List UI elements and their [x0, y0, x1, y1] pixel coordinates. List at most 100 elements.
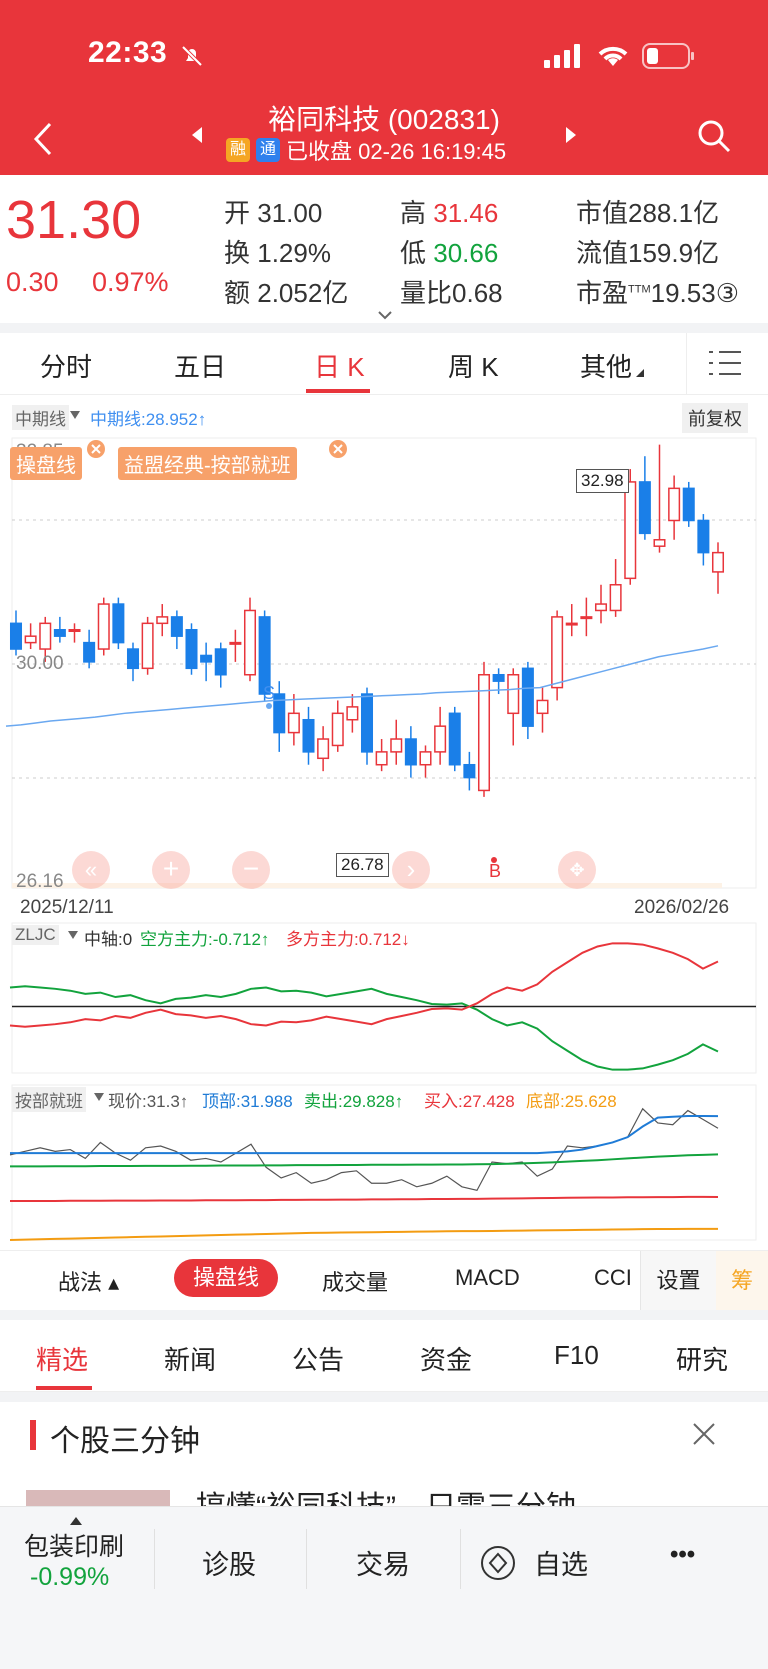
indicator-name[interactable]: 中期线 — [12, 405, 69, 430]
candle-body — [39, 622, 52, 650]
candle-body — [638, 481, 651, 535]
candle-body — [156, 616, 169, 625]
zoom-in-button[interactable]: + — [152, 851, 190, 889]
last-price: 31.30 — [6, 190, 142, 250]
zoom-out-button[interactable]: − — [232, 851, 270, 889]
macd-button[interactable]: MACD — [455, 1265, 520, 1291]
candle-body — [507, 673, 520, 715]
divider — [154, 1529, 155, 1589]
tab-f10[interactable]: F10 — [554, 1340, 599, 1371]
add-watchlist-button[interactable]: 自选 — [534, 1543, 588, 1582]
search-icon[interactable] — [696, 118, 732, 154]
x-label-end: 2026/02/26 — [634, 897, 730, 918]
abjb-series — [9, 1107, 719, 1192]
abjb-buy: 买入:27.428 — [424, 1092, 515, 1111]
close-icon[interactable] — [692, 1422, 716, 1446]
watchlist-icon — [481, 1546, 515, 1580]
tab-weekly-k[interactable]: 周 K — [448, 347, 499, 384]
tab-news[interactable]: 新闻 — [164, 1340, 216, 1377]
candle-body — [331, 712, 344, 747]
candle-body — [317, 738, 330, 760]
float-value: 159.9亿 — [628, 238, 720, 268]
tab-research[interactable]: 研究 — [676, 1340, 728, 1377]
candle-body — [24, 635, 37, 644]
adjust-mode-button[interactable]: 前复权 — [682, 403, 748, 433]
x-label-start: 2025/12/11 — [20, 897, 114, 918]
abjb-series — [10, 1195, 719, 1202]
abjb-top: 顶部:31.988 — [202, 1092, 293, 1111]
strategy-button[interactable]: 战法 ▴ — [58, 1265, 119, 1297]
diagnose-button[interactable]: 诊股 — [202, 1543, 256, 1582]
expand-quote-icon[interactable] — [378, 311, 392, 321]
candle-body — [214, 648, 227, 676]
cap-value: 288.1亿 — [628, 198, 720, 228]
divider — [460, 1529, 461, 1589]
chip-button[interactable]: 筹 — [716, 1251, 768, 1311]
candle-body — [229, 641, 242, 645]
caopanxian-button[interactable]: 操盘线 — [174, 1259, 278, 1297]
zljc-dropdown-icon[interactable] — [68, 931, 78, 939]
divider — [0, 323, 768, 333]
indicator-dropdown-icon[interactable] — [70, 411, 80, 419]
candle-body — [112, 603, 125, 644]
tab-intraday[interactable]: 分时 — [40, 347, 92, 384]
cci-button[interactable]: CCI — [594, 1265, 638, 1291]
zljc-name[interactable]: ZLJC — [12, 925, 59, 945]
overlay-tag-caopanxian[interactable]: 操盘线 — [10, 447, 82, 480]
tab-funds[interactable]: 资金 — [420, 1340, 472, 1377]
abjb-price: 现价:31.3↑ — [108, 1092, 189, 1111]
kline-chart[interactable] — [0, 395, 768, 1245]
zljc-long: 多方主力:0.712↓ — [286, 930, 410, 949]
candle-body — [9, 622, 23, 650]
vol-ratio-value: 0.68 — [452, 278, 503, 308]
close-overlay-icon[interactable] — [87, 440, 105, 458]
news-tabs: 精选 新闻 公告 资金 F10 研究 — [0, 1320, 768, 1392]
sell-signal-marker: S — [263, 683, 276, 703]
step-right-button[interactable]: › — [392, 851, 430, 889]
abjb-name[interactable]: 按部就班 — [12, 1087, 86, 1112]
tab-settings[interactable] — [686, 333, 768, 395]
tab-other[interactable]: 其他 — [580, 347, 632, 384]
connect-badge: 通 — [256, 138, 280, 162]
tab-announcements[interactable]: 公告 — [292, 1340, 344, 1377]
stock-title: 裕同科技 (002831) — [268, 104, 500, 135]
abjb-dropdown-icon[interactable] — [94, 1093, 104, 1101]
sector-name[interactable]: 包装印刷 — [24, 1527, 124, 1563]
float-label: 流值 — [576, 238, 629, 268]
abjb-sell: 卖出:29.828↑ — [304, 1092, 404, 1111]
zljc-short: 空方主力:-0.712↑ — [140, 930, 270, 949]
app-header: 22:33 裕同科技 (002831) 融 通 已收盘 02-26 16:19:… — [0, 0, 768, 175]
low-marker: 26.78 — [336, 853, 389, 877]
candle-body — [624, 481, 637, 580]
candle-body — [536, 699, 549, 715]
chart-area: 中期线 中期线:28.952↑ 前复权 32.85 操盘线 益盟经典-按部就班 … — [0, 395, 768, 1245]
amount-label: 额 — [224, 278, 251, 308]
candle-body — [448, 712, 461, 766]
indicator-settings-button[interactable]: 设置 — [640, 1251, 716, 1311]
next-stock-icon[interactable] — [564, 126, 578, 144]
y-label-mid: 30.00 — [16, 653, 64, 674]
price-change-pct: 0.97% — [92, 267, 169, 297]
candle-body — [682, 487, 695, 522]
candle-body — [170, 616, 183, 637]
fullscreen-button[interactable]: ✥ — [558, 851, 596, 889]
tab-daily-k[interactable]: 日 K — [314, 347, 365, 384]
trade-button[interactable]: 交易 — [356, 1543, 410, 1582]
candle-body — [551, 616, 564, 689]
candle-body — [375, 751, 388, 766]
overlay-tag-yimeng[interactable]: 益盟经典-按部就班 — [118, 447, 297, 480]
candle-body — [200, 654, 213, 663]
close-overlay-icon[interactable] — [329, 440, 347, 458]
tab-five-day[interactable]: 五日 — [174, 347, 226, 384]
article-title[interactable]: 搞懂“裕同科技”，只需三分钟 — [196, 1488, 576, 1508]
news-tab-indicator — [36, 1386, 92, 1390]
candle-body — [492, 673, 505, 682]
tab-featured[interactable]: 精选 — [36, 1340, 88, 1377]
scroll-left-button[interactable]: « — [72, 851, 110, 889]
low-value: 30.66 — [433, 238, 499, 268]
more-button[interactable]: ••• — [670, 1541, 695, 1569]
buy-signal-marker: B — [489, 861, 502, 881]
candle-body — [434, 725, 447, 753]
volume-button[interactable]: 成交量 — [322, 1265, 388, 1297]
candle-body — [97, 603, 110, 650]
